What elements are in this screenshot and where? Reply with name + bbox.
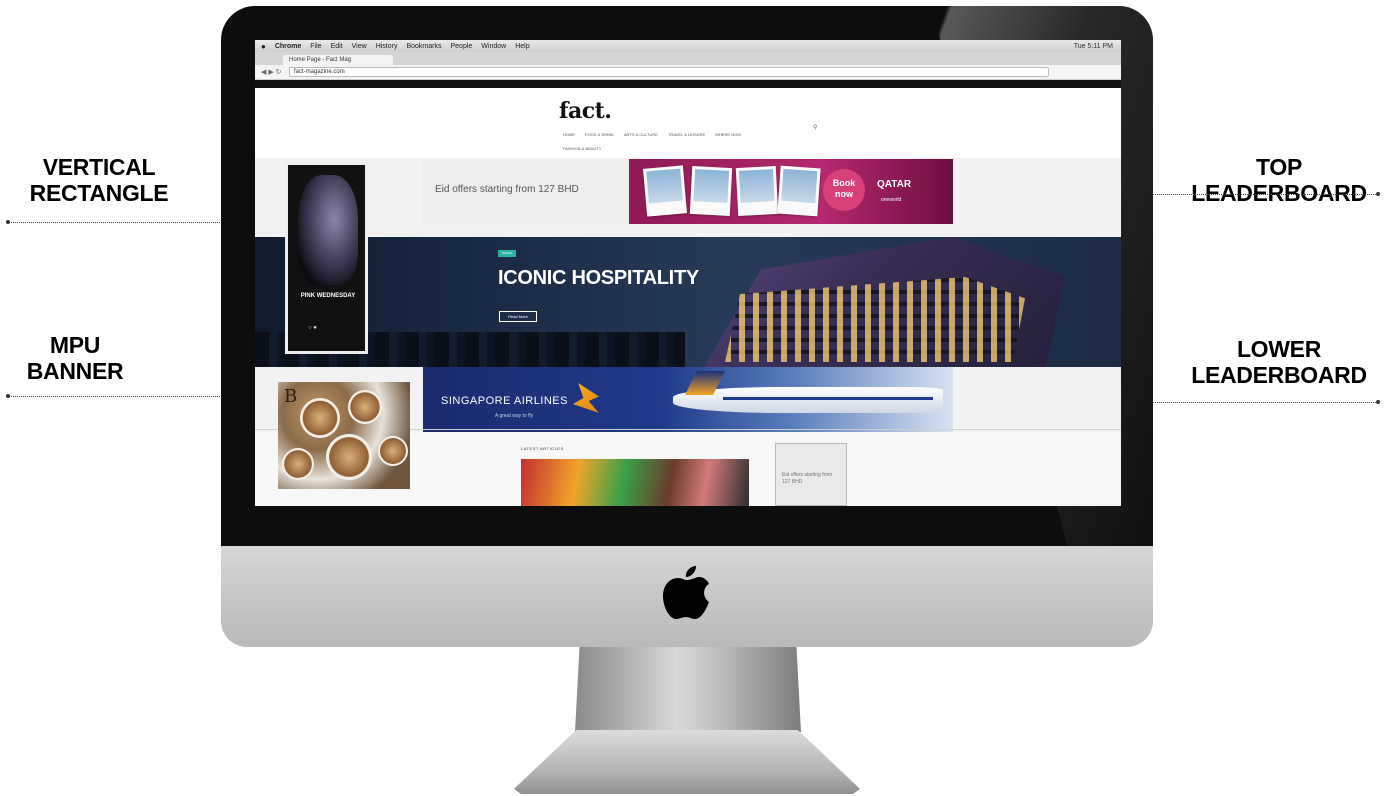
- imac-stand-base: [514, 730, 860, 794]
- menu-item[interactable]: File: [310, 43, 321, 50]
- top-leaderboard-ad[interactable]: Eid offers starting from 127 BHD Book no…: [423, 159, 953, 224]
- callout-line-1: LOWER: [1236, 336, 1322, 362]
- site-nav: HOME FOOD & DRINK ARTS & CULTURE TRAVEL …: [563, 132, 741, 137]
- leader-dot: [6, 220, 10, 224]
- ad-text: Eid offers starting from 127 BHD: [435, 184, 579, 195]
- menu-item[interactable]: View: [352, 43, 367, 50]
- callout-top-leaderboard: TOP LEADERBOARD: [1184, 154, 1374, 206]
- callout-line-1: VERTICAL: [42, 154, 156, 180]
- nav-item[interactable]: FOOD & DRINK: [585, 132, 614, 137]
- menubar-clock: Tue 5:11 PM: [1073, 42, 1113, 50]
- airplane-stripe: [723, 397, 933, 400]
- menu-item[interactable]: Help: [515, 43, 529, 50]
- leader-dot: [1376, 400, 1380, 404]
- callout-line-1: MPU: [49, 332, 101, 358]
- book-now-button[interactable]: Book now: [823, 169, 865, 211]
- ad-title: PINK WEDNESDAY: [300, 293, 356, 299]
- search-icon[interactable]: ⚲: [813, 124, 817, 131]
- singapore-airlines-wordmark: SINGAPORE AIRLINES: [441, 395, 568, 407]
- latest-articles-heading: LATEST ARTICLES: [521, 446, 564, 451]
- ad-logo-icon: ○ ●: [308, 325, 317, 331]
- menu-item[interactable]: Chrome: [275, 43, 301, 50]
- food-plate: [282, 448, 314, 480]
- imac-stand-neck: [575, 647, 801, 732]
- callout-lower-leaderboard: LOWER LEADERBOARD: [1184, 336, 1374, 388]
- callout-vertical-rectangle: VERTICAL RECTANGLE: [24, 154, 174, 206]
- ad-portrait: [298, 175, 358, 285]
- vertical-rectangle-ad[interactable]: PINK WEDNESDAY ○ ●: [285, 162, 368, 354]
- oneworld-logo: oneworld: [881, 197, 902, 203]
- polaroid-photo: [777, 165, 821, 217]
- article-thumbnail[interactable]: [521, 459, 749, 506]
- singapore-bird-logo-icon: [573, 383, 599, 413]
- ad-tagline: A great way to fly: [495, 413, 534, 419]
- site-logo[interactable]: fact.: [559, 98, 612, 124]
- hero-category-tag[interactable]: TRAVEL: [498, 250, 516, 257]
- menu-item[interactable]: Edit: [331, 43, 343, 50]
- ad-photo-panel: Book now QATAR oneworld: [629, 159, 953, 224]
- hero-title[interactable]: ICONIC HOSPITALITY: [498, 267, 699, 290]
- apple-menu-icon[interactable]: ●: [261, 42, 266, 51]
- mac-menubar: ● Chrome File Edit View History Bookmark…: [255, 40, 1121, 52]
- qatar-airways-logo: QATAR: [877, 179, 912, 190]
- browser-tab[interactable]: Home Page - Fact Mag: [283, 55, 393, 65]
- site-topbar: [255, 80, 1121, 88]
- food-plate: [300, 398, 340, 438]
- food-plate: [326, 434, 372, 480]
- menu-item[interactable]: History: [376, 43, 398, 50]
- screen: ● Chrome File Edit View History Bookmark…: [255, 40, 1121, 506]
- menu-item[interactable]: Bookmarks: [406, 43, 441, 50]
- leader-dot: [1376, 192, 1380, 196]
- leader-dot: [6, 394, 10, 398]
- site-header: fact. HOME FOOD & DRINK ARTS & CULTURE T…: [255, 88, 1121, 158]
- apple-logo-icon: [663, 566, 709, 619]
- callout-line-2: BANNER: [26, 358, 124, 384]
- lower-leaderboard-ad[interactable]: SINGAPORE AIRLINES A great way to fly: [423, 367, 953, 432]
- nav-item[interactable]: HOME: [563, 132, 575, 137]
- nav-item[interactable]: TRAVEL & LEISURE: [668, 132, 705, 137]
- address-bar[interactable]: fact-magazine.com: [289, 67, 1049, 77]
- callout-mpu-banner: MPU BANNER: [20, 332, 130, 384]
- side-ad[interactable]: Eid offers starting from 127 BHD: [775, 443, 847, 506]
- nav-item[interactable]: ARTS & CULTURE: [624, 132, 658, 137]
- browser-tab-strip: Home Page - Fact Mag: [255, 52, 1121, 65]
- food-plate: [378, 436, 408, 466]
- hero-banner: TRAVEL ICONIC HOSPITALITY Read More: [255, 237, 1121, 367]
- polaroid-photo: [642, 165, 688, 217]
- polaroid-photo: [735, 165, 779, 217]
- nav-item[interactable]: WHERE NOW: [715, 132, 741, 137]
- callout-line-1: TOP: [1256, 154, 1302, 180]
- callout-line-2: LEADERBOARD: [1191, 180, 1367, 206]
- polaroid-photo: [689, 165, 733, 217]
- callout-line-2: LEADERBOARD: [1191, 362, 1367, 388]
- ad-brand-letter: B: [284, 386, 298, 407]
- imac-chin: [221, 546, 1153, 647]
- browser-toolbar: ◀ ▶ ↻ fact-magazine.com: [255, 65, 1121, 80]
- read-more-button[interactable]: Read More: [499, 311, 537, 322]
- nav-item[interactable]: FASHION & BEAUTY: [563, 146, 601, 151]
- menu-item[interactable]: Window: [481, 43, 506, 50]
- menu-item[interactable]: People: [450, 43, 472, 50]
- mpu-banner-ad[interactable]: B: [278, 382, 410, 489]
- callout-line-2: RECTANGLE: [29, 180, 169, 206]
- food-plate: [348, 390, 382, 424]
- back-forward-icon[interactable]: ◀ ▶ ↻: [261, 68, 282, 76]
